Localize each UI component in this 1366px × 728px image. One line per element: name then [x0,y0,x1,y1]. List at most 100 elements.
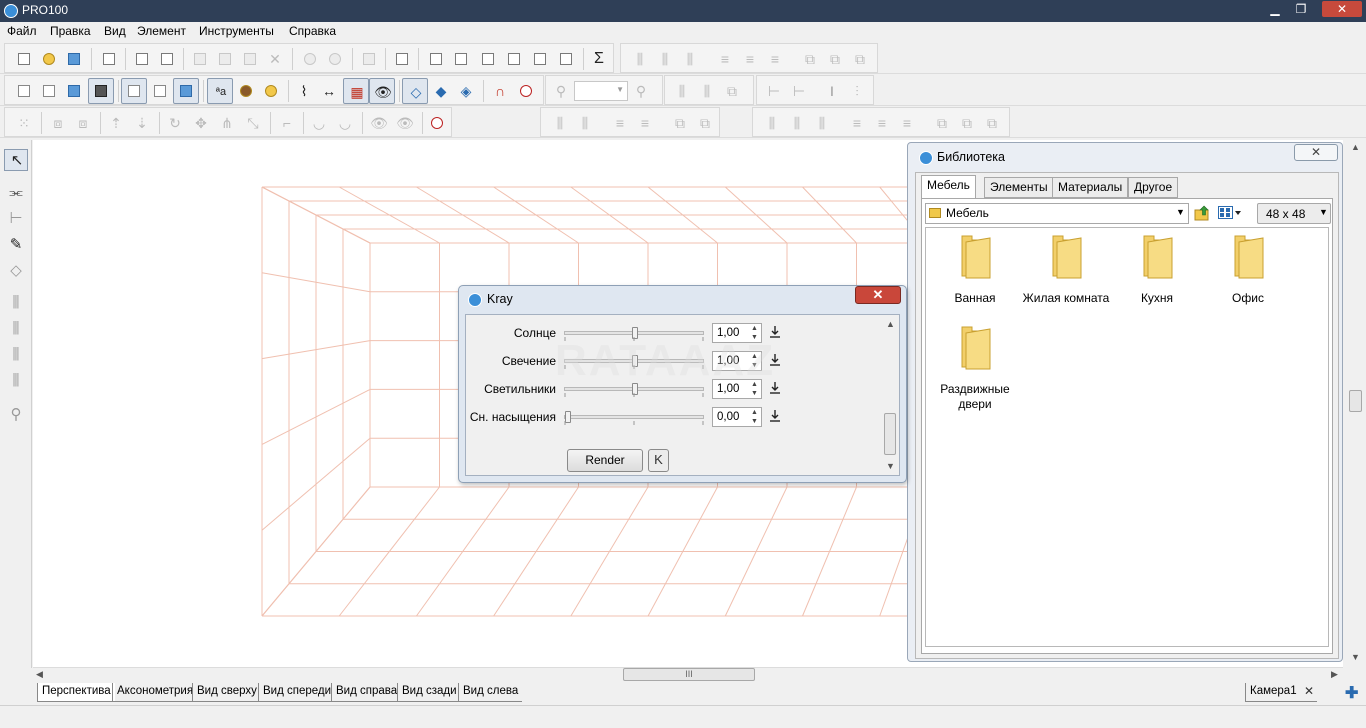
print-button[interactable] [133,50,151,68]
fit-center-button[interactable]: ⫼ [788,114,806,132]
select-tool[interactable]: ↖ [4,149,28,171]
folder-bathroom[interactable]: Ванная [930,232,1020,306]
folder-up-icon[interactable] [1194,205,1210,221]
text-labels-button[interactable]: ªa [207,78,233,104]
render-button[interactable]: Render [567,449,643,472]
report-list-button[interactable] [479,50,497,68]
copy-button[interactable] [216,50,234,68]
rotate-button[interactable]: ↻ [166,114,184,132]
snap-edges-button[interactable]: ◆ [432,82,450,100]
align-z-tool[interactable]: ⫼ [4,344,28,366]
dimensions-button[interactable]: ↔ [320,82,338,100]
tab-furniture[interactable]: Мебель [921,175,976,199]
load-default-icon[interactable] [768,352,782,368]
setting-slider[interactable] [564,327,704,339]
edges-button[interactable] [151,82,169,100]
align-all-tool[interactable]: ⫼ [4,370,28,392]
tab-left-view[interactable]: Вид слева [458,683,523,702]
align-depth-center-button[interactable]: ⧉ [826,50,844,68]
snap-surface-button[interactable]: ◈ [457,82,475,100]
setting-slider[interactable] [564,355,704,367]
load-default-icon[interactable] [768,380,782,396]
move-down-button[interactable]: ⇣ [133,114,151,132]
grid-button[interactable]: ▦ [343,78,369,104]
setting-slider[interactable] [564,383,704,395]
maximize-button[interactable]: ❐ [1288,1,1314,17]
fit-bottom-button[interactable]: ≡ [898,114,916,132]
minimize-button[interactable]: ▁ [1262,1,1288,17]
show-all-button[interactable]: 👁 [396,114,414,132]
horizontal-scrollbar[interactable]: ◀ III ▶ [33,667,1343,683]
multi-select-tool[interactable]: ⫘ [4,182,28,204]
arrange-bottom-button[interactable]: ≡ [636,114,654,132]
collapse-button[interactable]: K [648,449,669,472]
measure-tool[interactable]: ⊢ [4,208,28,230]
scroll-up-arrow-icon[interactable]: ▲ [886,319,895,329]
collision-button[interactable] [517,82,535,100]
kray-scrollbar[interactable]: ▲ ▼ [883,317,898,473]
checklist-button[interactable] [393,50,411,68]
zoom-in-button[interactable]: ⚲ [632,82,650,100]
view-mode-icon[interactable] [1218,206,1242,220]
cut-button[interactable] [191,50,209,68]
load-default-icon[interactable] [768,324,782,340]
snap-button[interactable]: ◇ [402,78,428,104]
dimensions-report-button[interactable] [505,50,523,68]
tab-elements[interactable]: Элементы [984,177,1054,198]
scroll-left-arrow-icon[interactable]: ◀ [36,669,43,680]
show-button[interactable]: ◡ [336,114,354,132]
attach-button[interactable]: ⌐ [278,114,296,132]
menu-edit[interactable]: Правка [50,24,91,38]
fit-depth-button[interactable]: ⧉ [958,114,976,132]
zoom-combo[interactable]: ▼ [574,81,628,101]
horizontal-scroll-thumb[interactable]: III [623,668,755,681]
eyedropper-tool[interactable]: ✎ [4,234,28,256]
folder-sliding-doors[interactable]: Раздвижные двери [930,323,1020,412]
paste-button[interactable] [241,50,259,68]
tab-right-view[interactable]: Вид справа [331,683,402,702]
zoom-out-button[interactable]: ⚲ [552,82,570,100]
space-horizontal-button[interactable]: ⊢ [765,82,783,100]
space-width-button[interactable]: ⊢ [790,82,808,100]
align-depth-back-button[interactable]: ⧉ [851,50,869,68]
mirror-button[interactable]: ⋔ [218,114,236,132]
fit-top-button[interactable]: ≡ [848,114,866,132]
arrange-right-button[interactable]: ⫼ [576,114,594,132]
vertical-scroll-thumb[interactable] [1349,390,1362,412]
magnet-button[interactable]: ∩ [491,82,509,100]
arrange-top-button[interactable]: ≡ [611,114,629,132]
folder-living-room[interactable]: Жилая комната [1021,232,1111,306]
distribute-center-button[interactable]: ⫼ [698,82,716,100]
rulers-button[interactable]: ⌇ [295,82,313,100]
ungroup-button[interactable]: ⧈ [74,114,92,132]
undo-button[interactable] [301,50,319,68]
wireframe-view-button[interactable] [15,82,33,100]
spin-down-icon[interactable]: ▼ [748,417,761,426]
align-left-button[interactable]: ⫼ [631,50,649,68]
spin-down-icon[interactable]: ▼ [748,361,761,370]
hide-others-button[interactable]: 👁 [370,114,388,132]
align-y-tool[interactable]: ⫼ [4,318,28,340]
align-x-tool[interactable]: ⫼ [4,292,28,314]
lights-button[interactable] [262,82,280,100]
spin-up-icon[interactable]: ▲ [748,324,761,333]
tab-back-view[interactable]: Вид сзади [397,683,461,702]
report-button[interactable] [427,50,445,68]
solid-view-button[interactable] [65,82,83,100]
distribute-horizontal-button[interactable]: ⫼ [673,82,691,100]
scroll-down-arrow-icon[interactable]: ▼ [1351,652,1360,662]
scale-button[interactable]: ⤡ [244,114,262,132]
collision-check-button[interactable] [428,114,446,132]
tab-perspective[interactable]: Перспектива [37,683,115,702]
hidden-lines-view-button[interactable] [40,82,58,100]
properties-button[interactable] [100,50,118,68]
load-default-icon[interactable] [768,408,782,424]
zoom-tool[interactable]: ⚲ [4,404,28,426]
close-button[interactable]: ✕ [1322,1,1362,17]
fit-right-button[interactable]: ⫼ [813,114,831,132]
tab-other[interactable]: Другое [1128,177,1179,198]
hide-button[interactable]: ◡ [310,114,328,132]
align-right-button[interactable]: ⫼ [681,50,699,68]
material-tool[interactable]: ◇ [4,260,28,282]
icon-size-select[interactable]: 48 x 48 ▼ [1257,203,1331,224]
